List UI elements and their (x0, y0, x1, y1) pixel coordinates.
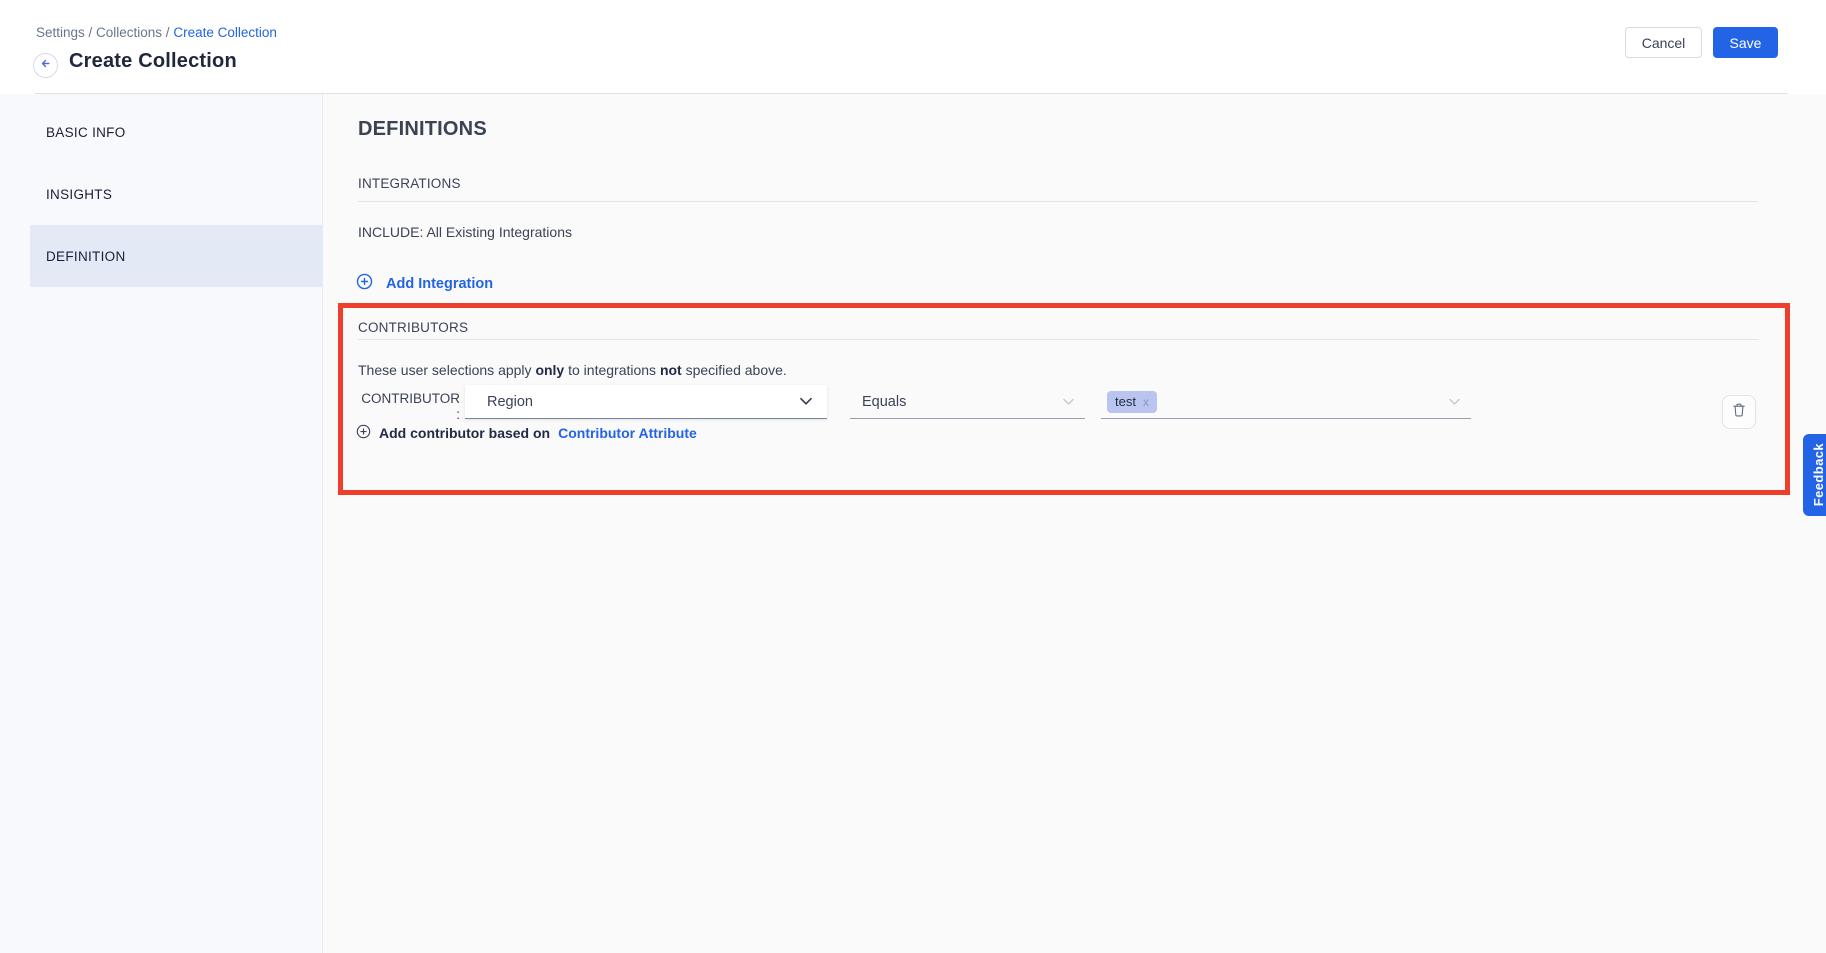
add-contributor-row[interactable]: Add contributor based on Contributor Att… (356, 424, 697, 442)
contributors-section-label: CONTRIBUTORS (358, 320, 468, 335)
values-multiselect[interactable]: test x (1101, 385, 1471, 419)
chevron-down-icon (799, 397, 813, 406)
contributor-attribute-link[interactable]: Contributor Attribute (558, 425, 697, 441)
contributor-row-label: CONTRIBUTOR : (360, 391, 464, 423)
operator-select[interactable]: Equals (850, 385, 1085, 419)
note-text: specified above. (682, 362, 787, 378)
value-tag: test x (1107, 391, 1157, 413)
contributors-note: These user selections apply only to inte… (358, 362, 787, 378)
delete-contributor-rule-button[interactable] (1722, 395, 1756, 429)
circle-plus-icon (356, 273, 373, 295)
contributor-label-text: CONTRIBUTOR (360, 391, 460, 407)
sidebar-item-basic-info[interactable]: BASIC INFO (30, 101, 323, 163)
attribute-selected-value: Region (487, 394, 799, 410)
sidebar-item-definition[interactable]: DEFINITION (30, 225, 323, 287)
breadcrumb-current-link[interactable]: Create Collection (173, 25, 277, 40)
remove-tag-icon[interactable]: x (1143, 395, 1149, 409)
add-contributor-text: Add contributor based on (379, 425, 550, 441)
value-tag-label: test (1115, 394, 1136, 409)
note-bold-not: not (660, 362, 682, 378)
add-integration-button[interactable]: Add Integration (356, 273, 493, 295)
add-integration-label: Add Integration (386, 276, 493, 292)
contributor-label-colon: : (360, 407, 460, 423)
page-title: Create Collection (69, 50, 237, 73)
definitions-heading: DEFINITIONS (358, 118, 487, 141)
trash-icon (1731, 402, 1747, 423)
contributor-attribute-select[interactable]: Region (465, 385, 827, 419)
note-text: to integrations (564, 362, 660, 378)
breadcrumb: Settings / Collections / Create Collecti… (36, 25, 277, 40)
breadcrumb-path: Settings / Collections / (36, 25, 173, 40)
page-header: Settings / Collections / Create Collecti… (0, 0, 1826, 94)
main-content: DEFINITIONS INTEGRATIONS INCLUDE: All Ex… (323, 94, 1826, 953)
integrations-divider (358, 201, 1758, 202)
feedback-tab-label: Feedback (1811, 443, 1826, 506)
circle-plus-icon (356, 424, 371, 442)
sidebar: BASIC INFO INSIGHTS DEFINITION (0, 94, 323, 953)
integrations-section-label: INTEGRATIONS (358, 176, 461, 191)
note-text: These user selections apply (358, 362, 535, 378)
feedback-tab[interactable]: Feedback (1803, 434, 1826, 516)
contributors-divider (358, 339, 1758, 340)
include-integrations-text: INCLUDE: All Existing Integrations (358, 224, 572, 240)
note-bold-only: only (535, 362, 564, 378)
operator-selected-value: Equals (862, 394, 1062, 410)
save-button[interactable]: Save (1713, 27, 1778, 58)
cancel-button[interactable]: Cancel (1625, 27, 1702, 58)
chevron-down-icon (1062, 398, 1075, 406)
create-collection-page: Settings / Collections / Create Collecti… (0, 0, 1826, 953)
back-button[interactable] (33, 53, 58, 78)
chevron-down-icon (1448, 398, 1461, 406)
sidebar-item-insights[interactable]: INSIGHTS (30, 163, 323, 225)
back-arrow-icon (38, 56, 53, 76)
